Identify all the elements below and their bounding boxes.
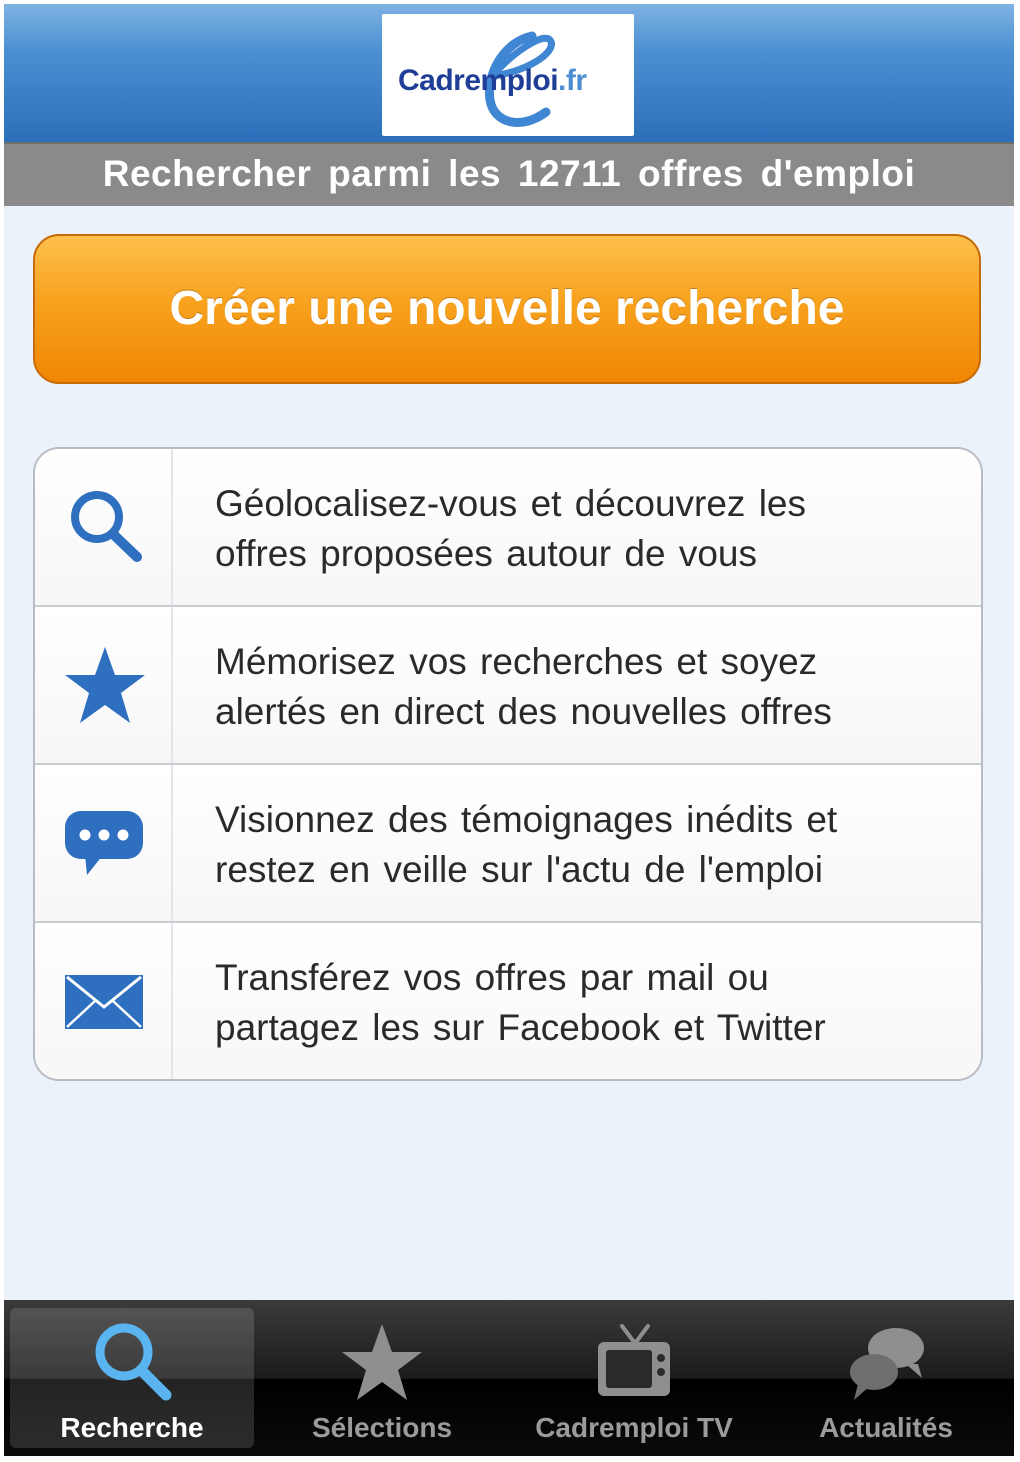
feature-text: Visionnez des témoignages inédits et rest… [215,799,838,890]
tab-label: Recherche [60,1412,204,1443]
tv-icon [598,1324,670,1396]
new-search-button[interactable]: Créer une nouvelle recherche [33,234,981,384]
features-list: Géolocalisez-vous et découvrez les offres… [33,447,983,1081]
tab-label: Cadremploi TV [535,1412,733,1443]
logo-text: Cadremploi.fr [398,64,587,97]
tab-recherche[interactable]: Recherche [10,1308,254,1448]
chat-bubbles-icon [850,1328,924,1400]
app-screen: Cadremploi.fr Rechercher parmi les 12711… [4,4,1014,1456]
cadremploi-logo[interactable]: Cadremploi.fr [382,14,634,136]
feature-saved-searches[interactable]: Mémorisez vos recherches et soyez alertés… [35,607,981,765]
feature-share[interactable]: Transférez vos offres par mail ou partage… [35,923,981,1079]
envelope-icon [65,975,143,1029]
tab-label: Sélections [311,1412,453,1443]
tab-label: Actualités [819,1412,953,1443]
offers-count-banner: Rechercher parmi les 12711 offres d'empl… [4,142,1014,206]
tab-bar: Recherche Sélections Cadremploi TV Actua… [4,1300,1014,1456]
speech-bubble-icon [65,811,143,875]
feature-text: Transférez vos offres par mail ou partage… [215,957,826,1048]
search-icon [95,1323,172,1401]
feature-text: Géolocalisez-vous et découvrez les offres… [215,483,807,574]
feature-text: Mémorisez vos recherches et soyez alertés… [215,641,832,732]
feature-geolocation[interactable]: Géolocalisez-vous et découvrez les offres… [35,449,981,607]
tab-actualites[interactable]: Actualités [764,1308,1008,1448]
tab-cadremploi-tv[interactable]: Cadremploi TV [512,1308,756,1448]
search-icon [71,491,142,562]
tab-selections[interactable]: Sélections [260,1308,504,1448]
star-icon [342,1324,422,1400]
star-icon [65,647,145,723]
feature-testimonials[interactable]: Visionnez des témoignages inédits et rest… [35,765,981,923]
app-header: Cadremploi.fr [4,4,1014,142]
